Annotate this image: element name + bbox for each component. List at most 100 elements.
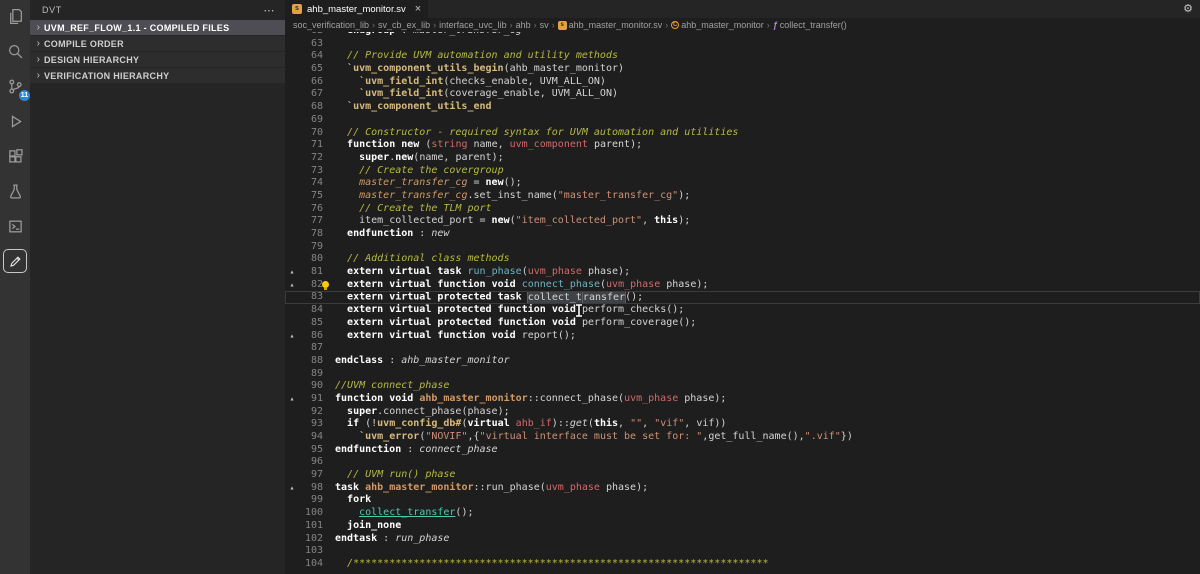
- code-line-73[interactable]: 73 // Create the covergroup: [285, 165, 1200, 178]
- override-marker-icon[interactable]: ▴: [285, 266, 299, 279]
- breadcrumb-item[interactable]: sv: [540, 20, 549, 30]
- line-number[interactable]: 72: [299, 152, 323, 165]
- edit-pencil-icon[interactable]: [3, 249, 27, 273]
- code-line-66[interactable]: 66 `uvm_field_int(checks_enable, UVM_ALL…: [285, 76, 1200, 89]
- code-line-78[interactable]: 78 endfunction : new: [285, 228, 1200, 241]
- line-number[interactable]: 64: [299, 50, 323, 63]
- line-number[interactable]: 67: [299, 88, 323, 101]
- code-line-91[interactable]: ▴ 91 function void ahb_master_monitor::con…: [285, 393, 1200, 406]
- line-number[interactable]: 76: [299, 203, 323, 216]
- line-number[interactable]: 68: [299, 101, 323, 114]
- line-number[interactable]: 73: [299, 165, 323, 178]
- code-line-81[interactable]: ▴ 81 extern virtual task run_phase(uvm_ph…: [285, 266, 1200, 279]
- code-line-67[interactable]: 67 `uvm_field_int(coverage_enable, UVM_A…: [285, 88, 1200, 101]
- close-icon[interactable]: ×: [415, 3, 421, 15]
- code-line-80[interactable]: 80 // Additional class methods: [285, 253, 1200, 266]
- code-line-87[interactable]: 87: [285, 342, 1200, 355]
- code-line-104[interactable]: 104 /***********************************…: [285, 558, 1200, 571]
- code-line-96[interactable]: 96: [285, 456, 1200, 469]
- line-number[interactable]: 63: [299, 38, 323, 51]
- line-number[interactable]: 99: [299, 494, 323, 507]
- code-line-98[interactable]: ▴ 98 task ahb_master_monitor::run_phase(uv…: [285, 482, 1200, 495]
- line-number[interactable]: 97: [299, 469, 323, 482]
- line-number[interactable]: 85: [299, 317, 323, 330]
- line-number[interactable]: 104: [299, 558, 323, 571]
- line-number[interactable]: 81: [299, 266, 323, 279]
- line-number[interactable]: 84: [299, 304, 323, 317]
- explorer-icon[interactable]: [3, 4, 27, 28]
- line-number[interactable]: 98: [299, 482, 323, 495]
- source-control-icon[interactable]: 11: [3, 74, 30, 101]
- code-line-79[interactable]: 79: [285, 241, 1200, 254]
- line-number[interactable]: 96: [299, 456, 323, 469]
- code-line-94[interactable]: 94 `uvm_error("NOVIF",{"virtual interfac…: [285, 431, 1200, 444]
- line-number[interactable]: 88: [299, 355, 323, 368]
- override-marker-icon[interactable]: ▴: [285, 279, 299, 292]
- more-actions-icon[interactable]: ⋯: [263, 4, 275, 17]
- code-line-65[interactable]: 65 `uvm_component_utils_begin(ahb_master…: [285, 63, 1200, 76]
- code-line-95[interactable]: 95 endfunction : connect_phase: [285, 444, 1200, 457]
- sidebar-section-compile-order[interactable]: › COMPILE ORDER: [30, 36, 285, 51]
- line-number[interactable]: 69: [299, 114, 323, 127]
- line-number[interactable]: 79: [299, 241, 323, 254]
- line-number[interactable]: 89: [299, 368, 323, 381]
- line-number[interactable]: 83: [299, 291, 323, 304]
- tab-ahb-master-monitor[interactable]: s ahb_master_monitor.sv ×: [285, 0, 429, 18]
- line-number[interactable]: 92: [299, 406, 323, 419]
- code-line-64[interactable]: 64 // Provide UVM automation and utility…: [285, 50, 1200, 63]
- code-line-69[interactable]: 69: [285, 114, 1200, 127]
- code-line-74[interactable]: 74 master_transfer_cg = new();: [285, 177, 1200, 190]
- code-line-70[interactable]: 70 // Constructor - required syntax for …: [285, 127, 1200, 140]
- code-line-89[interactable]: 89: [285, 368, 1200, 381]
- breadcrumb-item[interactable]: Cahb_master_monitor: [671, 20, 764, 30]
- code-line-63[interactable]: 63: [285, 38, 1200, 51]
- sidebar-section-verification-hierarchy[interactable]: › VERIFICATION HIERARCHY: [30, 68, 285, 83]
- search-icon[interactable]: [3, 39, 27, 63]
- code-line-82[interactable]: ▴ 82 extern virtual function void connect…: [285, 279, 1200, 292]
- code-line-103[interactable]: 103: [285, 545, 1200, 558]
- sidebar-section-design-hierarchy[interactable]: › DESIGN HIERARCHY: [30, 52, 285, 67]
- line-number[interactable]: 90: [299, 380, 323, 393]
- code-line-93[interactable]: 93 if (!uvm_config_db#(virtual ahb_if)::…: [285, 418, 1200, 431]
- line-number[interactable]: 71: [299, 139, 323, 152]
- line-number[interactable]: 74: [299, 177, 323, 190]
- sidebar-section-uvm-ref-flow-1-1-compiled-files[interactable]: › UVM_REF_FLOW_1.1 - COMPILED FILES: [30, 20, 285, 35]
- breadcrumb-item[interactable]: sv_cb_ex_lib: [378, 20, 430, 30]
- code-line-76[interactable]: 76 // Create the TLM port: [285, 203, 1200, 216]
- settings-gear-icon[interactable]: ⚙: [1183, 2, 1193, 15]
- line-number[interactable]: 70: [299, 127, 323, 140]
- code-line-85[interactable]: 85 extern virtual protected function voi…: [285, 317, 1200, 330]
- code-line-84[interactable]: 84 extern virtual protected function voi…: [285, 304, 1200, 317]
- override-marker-icon[interactable]: ▴: [285, 330, 299, 343]
- line-number[interactable]: 65: [299, 63, 323, 76]
- code-line-77[interactable]: 77 item_collected_port = new("item_colle…: [285, 215, 1200, 228]
- code-line-86[interactable]: ▴ 86 extern virtual function void report(…: [285, 330, 1200, 343]
- breadcrumb-item[interactable]: ahb: [516, 20, 531, 30]
- breadcrumb-item[interactable]: interface_uvc_lib: [439, 20, 507, 30]
- extensions-icon[interactable]: [3, 144, 27, 168]
- line-number[interactable]: 87: [299, 342, 323, 355]
- breadcrumb-item[interactable]: soc_verification_lib: [293, 20, 369, 30]
- code-line-101[interactable]: 101 join_none: [285, 520, 1200, 533]
- line-number[interactable]: 94: [299, 431, 323, 444]
- line-number[interactable]: 95: [299, 444, 323, 457]
- line-number[interactable]: 100: [299, 507, 323, 520]
- code-line-99[interactable]: 99 fork: [285, 494, 1200, 507]
- code-line-68[interactable]: 68 `uvm_component_utils_end: [285, 101, 1200, 114]
- breadcrumb-item[interactable]: ƒ collect_transfer(): [773, 20, 847, 30]
- code-line-83[interactable]: 83 extern virtual protected task collect…: [285, 291, 1200, 305]
- line-number[interactable]: 77: [299, 215, 323, 228]
- code-line-102[interactable]: 102 endtask : run_phase: [285, 533, 1200, 546]
- code-line-97[interactable]: 97 // UVM run() phase: [285, 469, 1200, 482]
- line-number[interactable]: 86: [299, 330, 323, 343]
- code-editor[interactable]: 62 endgroup : master_transfer_cg6364 // …: [285, 32, 1200, 574]
- line-number[interactable]: 103: [299, 545, 323, 558]
- line-number[interactable]: 78: [299, 228, 323, 241]
- code-line-100[interactable]: 100 collect_transfer();: [285, 507, 1200, 520]
- line-number[interactable]: 93: [299, 418, 323, 431]
- line-number[interactable]: 80: [299, 253, 323, 266]
- line-number[interactable]: 102: [299, 533, 323, 546]
- code-line-71[interactable]: 71 function new (string name, uvm_compon…: [285, 139, 1200, 152]
- code-line-92[interactable]: 92 super.connect_phase(phase);: [285, 406, 1200, 419]
- code-line-90[interactable]: 90 //UVM connect_phase: [285, 380, 1200, 393]
